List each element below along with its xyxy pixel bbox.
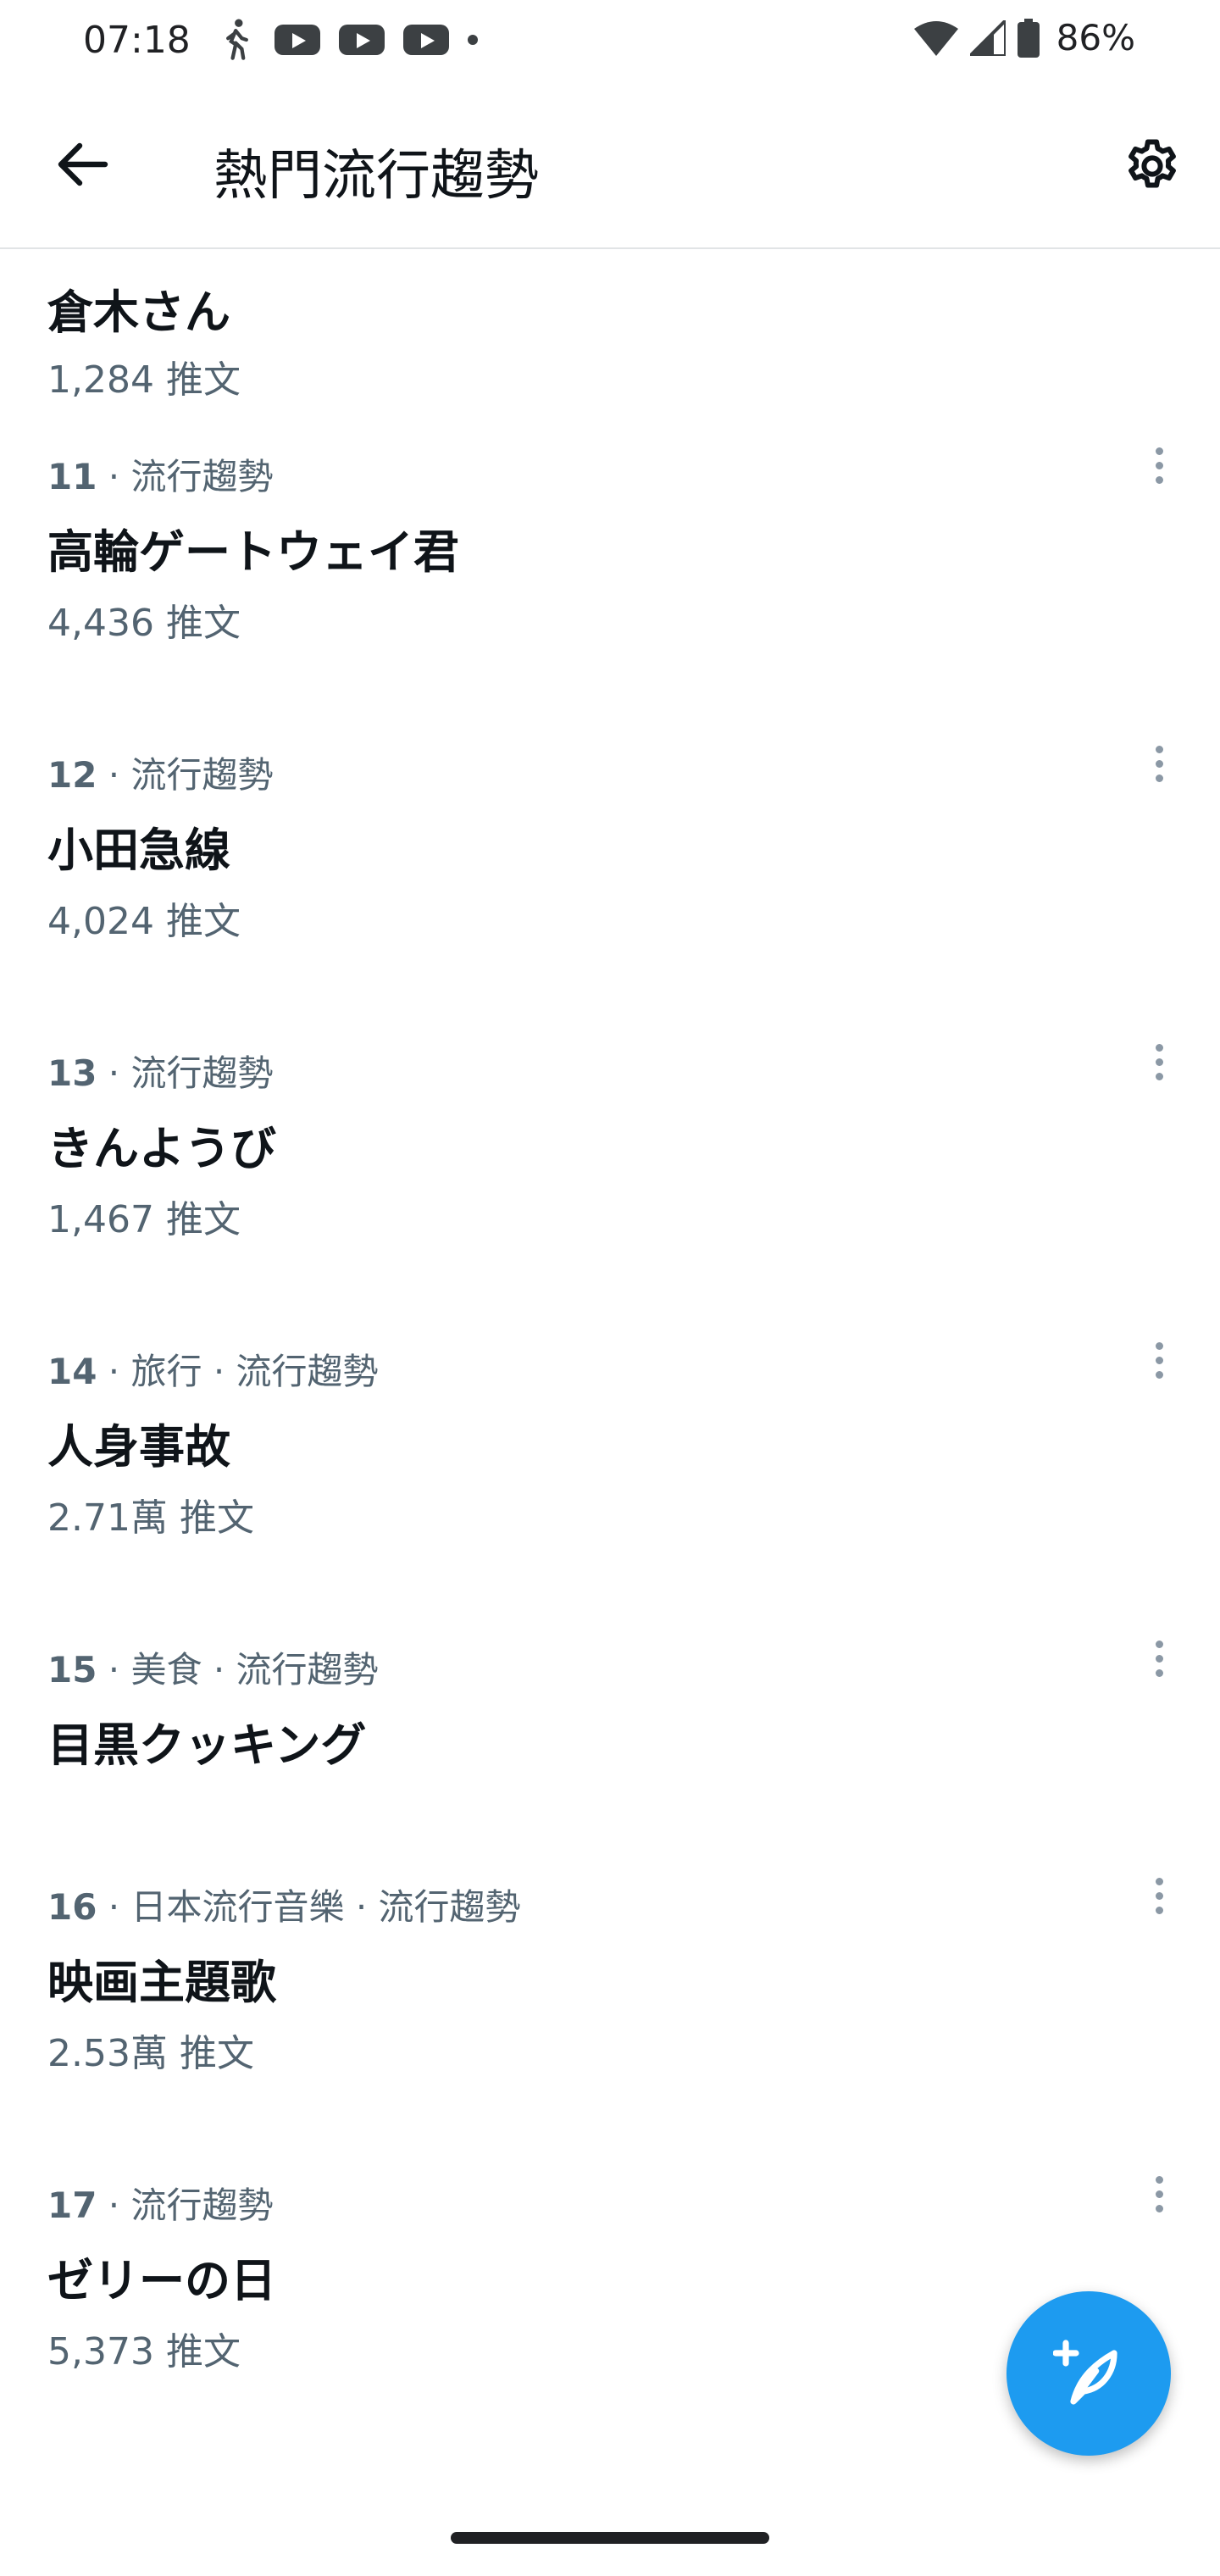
trend-category: · 日本流行音樂 · 流行趨勢 xyxy=(97,1886,521,1928)
app-bar: 熱門流行趨勢 xyxy=(0,85,1220,249)
more-options-button[interactable] xyxy=(1142,2168,1176,2219)
trend-category: · 美食 · 流行趨勢 xyxy=(97,1649,379,1690)
trend-name: 高輪ゲートウェイ君 xyxy=(47,525,459,579)
trend-tweet-count: 1,284 推文 xyxy=(47,358,241,402)
trend-meta: 17 · 流行趨勢 xyxy=(47,2177,274,2229)
trend-category: · 旅行 · 流行趨勢 xyxy=(97,1351,379,1392)
trend-rank: 15 xyxy=(47,1649,97,1690)
trend-name: ゼリーの日 xyxy=(47,2254,276,2307)
more-options-button[interactable] xyxy=(1142,1335,1176,1385)
status-bar: 07:18 86% xyxy=(0,0,1220,85)
battery-icon xyxy=(1017,18,1040,58)
more-options-button[interactable] xyxy=(1142,1870,1176,1921)
trend-rank: 13 xyxy=(47,1052,97,1094)
trend-meta: 16 · 日本流行音樂 · 流行趨勢 xyxy=(47,1879,521,1930)
trend-item[interactable]: 12 · 流行趨勢 小田急線 4,024 推文 xyxy=(0,745,1220,1045)
trend-category: · 流行趨勢 xyxy=(97,1052,274,1094)
trend-name: 倉木さん xyxy=(47,286,230,339)
more-options-button[interactable] xyxy=(1142,1036,1176,1087)
more-options-button[interactable] xyxy=(1142,738,1176,789)
trend-rank: 17 xyxy=(47,2185,97,2226)
more-options-button[interactable] xyxy=(1142,440,1176,491)
trend-tweet-count: 2.53萬 推文 xyxy=(47,2032,254,2075)
trend-category: · 流行趨勢 xyxy=(97,2185,274,2226)
youtube-icon xyxy=(274,25,320,55)
signal-icon xyxy=(969,19,1006,56)
trend-tweet-count: 2.71萬 推文 xyxy=(47,1496,254,1540)
trend-rank: 14 xyxy=(47,1351,97,1392)
dot-icon xyxy=(468,35,478,45)
gear-icon xyxy=(1128,139,1176,188)
more-dot-icon xyxy=(1155,447,1163,455)
page-title: 熱門流行趨勢 xyxy=(214,145,539,208)
back-button[interactable] xyxy=(53,134,114,195)
trend-meta: 15 · 美食 · 流行趨勢 xyxy=(47,1641,379,1693)
trend-name: 映画主題歌 xyxy=(47,1956,276,2009)
trend-item[interactable]: 15 · 美食 · 流行趨勢 目黒クッキング xyxy=(0,1640,1220,1879)
trend-item[interactable]: 16 · 日本流行音樂 · 流行趨勢 映画主題歌 2.53萬 推文 xyxy=(0,1877,1220,2177)
trend-meta: 13 · 流行趨勢 xyxy=(47,1045,274,1096)
trend-item[interactable]: 11 · 流行趨勢 高輪ゲートウェイ君 4,436 推文 xyxy=(0,447,1220,747)
compose-tweet-icon xyxy=(1053,2340,1117,2405)
youtube-icon xyxy=(339,25,385,55)
trend-item[interactable]: 14 · 旅行 · 流行趨勢 人身事故 2.71萬 推文 xyxy=(0,1341,1220,1641)
trend-meta: 11 · 流行趨勢 xyxy=(47,448,274,500)
youtube-icon xyxy=(403,25,449,55)
trends-list: 倉木さん 1,284 推文 11 · 流行趨勢 高輪ゲートウェイ君 4,436 … xyxy=(0,249,1220,2475)
trend-category: · 流行趨勢 xyxy=(97,456,274,497)
trend-meta: 14 · 旅行 · 流行趨勢 xyxy=(47,1343,379,1395)
trend-name: きんようび xyxy=(47,1122,276,1175)
trend-tweet-count: 5,373 推文 xyxy=(47,2330,241,2373)
trend-rank: 12 xyxy=(47,754,97,796)
trend-name: 目黒クッキング xyxy=(47,1718,367,1772)
compose-tweet-button[interactable] xyxy=(1006,2291,1171,2456)
trend-name: 人身事故 xyxy=(47,1420,230,1474)
trend-item[interactable]: 13 · 流行趨勢 きんようび 1,467 推文 xyxy=(0,1043,1220,1343)
wifi-icon xyxy=(913,20,958,56)
battery-percent: 86% xyxy=(1056,17,1135,58)
trend-tweet-count: 4,436 推文 xyxy=(47,602,241,645)
home-indicator[interactable] xyxy=(451,2532,769,2544)
trend-name: 小田急線 xyxy=(47,824,230,877)
system-icons: 86% xyxy=(913,17,1135,58)
more-options-button[interactable] xyxy=(1142,1633,1176,1684)
status-time: 07:18 xyxy=(83,19,191,62)
trend-tweet-count: 4,024 推文 xyxy=(47,900,241,943)
trend-item[interactable]: 倉木さん 1,284 推文 xyxy=(0,249,1220,448)
trend-category: · 流行趨勢 xyxy=(97,754,274,796)
arrow-left-icon xyxy=(58,142,108,186)
notification-icons xyxy=(219,17,478,63)
trend-tweet-count: 1,467 推文 xyxy=(47,1198,241,1241)
trend-meta: 12 · 流行趨勢 xyxy=(47,747,274,798)
trend-rank: 11 xyxy=(47,456,97,497)
settings-button[interactable] xyxy=(1118,132,1186,200)
trend-rank: 16 xyxy=(47,1886,97,1928)
walking-icon xyxy=(226,19,248,60)
